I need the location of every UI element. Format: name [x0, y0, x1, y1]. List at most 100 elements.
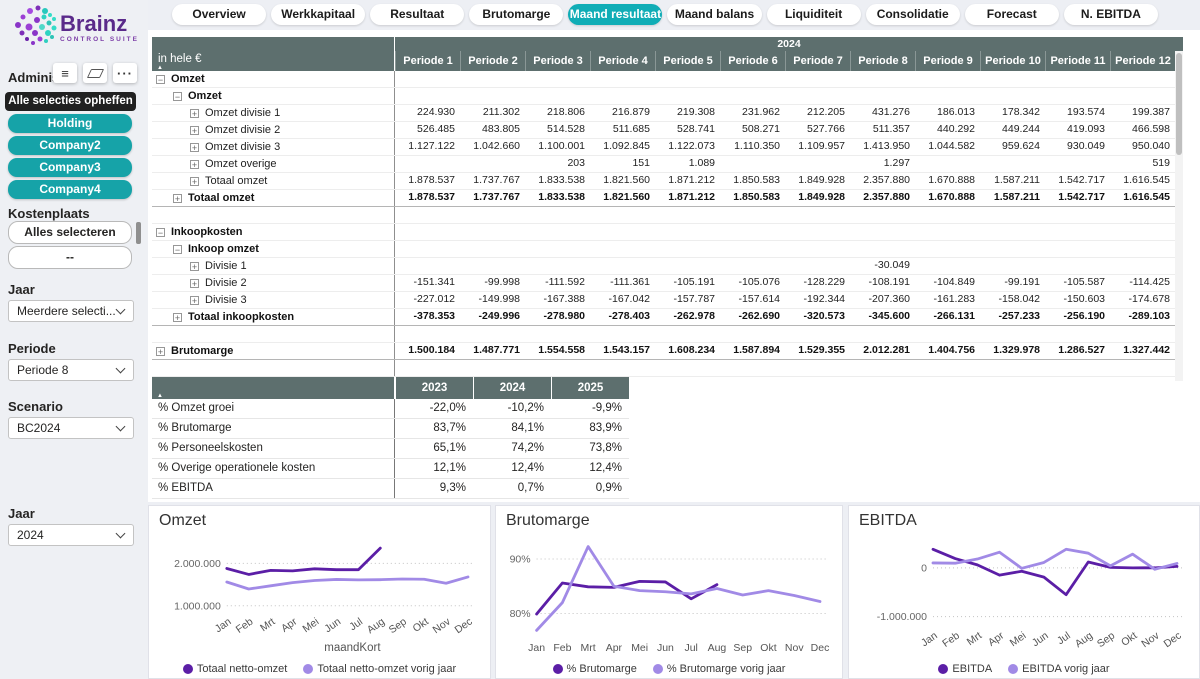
tab-resultaat[interactable]: Resultaat: [370, 4, 464, 25]
cell: [395, 156, 460, 172]
row-label[interactable]: +Totaal inkoopkosten: [152, 309, 395, 325]
expand-icon[interactable]: +: [190, 279, 199, 288]
company-button-company2[interactable]: Company2: [8, 136, 132, 155]
column-header-periode-7[interactable]: Periode 7: [785, 51, 850, 71]
legend-item-totaal-netto-omzet-vorig-jaar[interactable]: Totaal netto-omzet vorig jaar: [303, 663, 456, 675]
collapse-icon[interactable]: −: [173, 245, 182, 254]
more-options-icon[interactable]: ···: [113, 63, 137, 83]
row-label[interactable]: −Omzet: [152, 88, 395, 104]
row-label[interactable]: −Inkoop omzet: [152, 241, 395, 257]
row-label[interactable]: +Divisie 3: [152, 292, 395, 308]
cell: [1110, 241, 1175, 257]
eraser-icon[interactable]: [83, 63, 107, 83]
company-button-company4[interactable]: Company4: [8, 180, 132, 199]
expand-icon[interactable]: +: [190, 126, 199, 135]
expand-icon[interactable]: +: [190, 143, 199, 152]
column-header-periode-8[interactable]: Periode 8: [850, 51, 915, 71]
expand-icon[interactable]: +: [190, 160, 199, 169]
select-all-button[interactable]: Alles selecteren: [8, 221, 132, 244]
company-button-company3[interactable]: Company3: [8, 158, 132, 177]
jaar-label: Jaar: [8, 282, 35, 297]
legend-item-ebitda[interactable]: EBITDA: [938, 663, 992, 675]
column-header-periode-10[interactable]: Periode 10: [980, 51, 1045, 71]
row-label[interactable]: +Omzet divisie 2: [152, 122, 395, 138]
column-header-periode-2[interactable]: Periode 2: [460, 51, 525, 71]
cell: [720, 88, 785, 104]
year-header-2024[interactable]: 2024: [473, 377, 551, 399]
dash-option-button[interactable]: --: [8, 246, 132, 269]
scenario-dropdown[interactable]: BC2024: [8, 417, 134, 439]
tab-werkkapitaal[interactable]: Werkkapitaal: [271, 4, 365, 25]
collapse-icon[interactable]: −: [173, 92, 182, 101]
tab-overview[interactable]: Overview: [172, 4, 266, 25]
kostenplaats-scrollbar[interactable]: [136, 222, 141, 244]
legend-item-brutomarge-vorig-jaar[interactable]: % Brutomarge vorig jaar: [653, 663, 786, 675]
row-label-text: Inkoopkosten: [171, 225, 243, 240]
cell: [720, 241, 785, 257]
tab-maand-resultaat[interactable]: Maand resultaat: [568, 4, 662, 25]
column-header-periode-11[interactable]: Periode 11: [1045, 51, 1110, 71]
legend-item-brutomarge[interactable]: % Brutomarge: [553, 663, 637, 675]
tab-brutomarge[interactable]: Brutomarge: [469, 4, 563, 25]
tab-forecast[interactable]: Forecast: [965, 4, 1059, 25]
expand-icon[interactable]: +: [190, 177, 199, 186]
legend-label: Totaal netto-omzet vorig jaar: [317, 663, 456, 675]
tab-n-ebitda[interactable]: N. EBITDA: [1064, 4, 1158, 25]
scenario-dropdown-value: BC2024: [17, 421, 60, 435]
column-header-periode-3[interactable]: Periode 3: [525, 51, 590, 71]
year-header-2025[interactable]: 2025: [551, 377, 629, 399]
expand-icon[interactable]: +: [190, 109, 199, 118]
ratio-row-label: % Personeelskosten: [152, 439, 395, 458]
x-tick-label: Dec: [1162, 630, 1184, 651]
table-scrollbar-thumb[interactable]: [1176, 53, 1182, 155]
column-header-periode-1[interactable]: Periode 1: [395, 51, 460, 71]
legend-item-ebitda-vorig-jaar[interactable]: EBITDA vorig jaar: [1008, 663, 1109, 675]
cell: 203: [525, 156, 590, 172]
series-ebitda-vorig-jaar: [933, 549, 1177, 569]
row-label[interactable]: +Omzet overige: [152, 156, 395, 172]
pivot-corner[interactable]: in hele € ▲: [152, 51, 395, 71]
column-header-periode-9[interactable]: Periode 9: [915, 51, 980, 71]
cell: 440.292: [915, 122, 980, 138]
expand-icon[interactable]: +: [190, 262, 199, 271]
clear-selections-tooltip[interactable]: Alle selecties opheffen: [5, 92, 136, 111]
column-header-periode-4[interactable]: Periode 4: [590, 51, 655, 71]
column-header-periode-6[interactable]: Periode 6: [720, 51, 785, 71]
jaar2-dropdown[interactable]: 2024: [8, 524, 134, 546]
brutomarge-chart: 90%80%JanFebMrtAprMeiJunJulAugSepOktNovD…: [506, 534, 830, 654]
table-scrollbar-track[interactable]: [1175, 51, 1183, 381]
ratio-corner[interactable]: ▲: [152, 377, 395, 399]
collapse-icon[interactable]: −: [156, 228, 165, 237]
row-label[interactable]: +Omzet divisie 3: [152, 139, 395, 155]
jaar-dropdown[interactable]: Meerdere selecti...: [8, 300, 134, 322]
cell: [915, 377, 980, 386]
tab-liquiditeit[interactable]: Liquiditeit: [767, 4, 861, 25]
company-button-holding[interactable]: Holding: [8, 114, 132, 133]
row-label[interactable]: +Divisie 2: [152, 275, 395, 291]
row-label[interactable]: +Omzet divisie 1: [152, 105, 395, 121]
row-label[interactable]: +Totaal omzet: [152, 173, 395, 189]
tab-consolidatie[interactable]: Consolidatie: [866, 4, 960, 25]
x-tick-label: Feb: [553, 642, 571, 654]
periode-dropdown[interactable]: Periode 8: [8, 359, 134, 381]
collapse-icon[interactable]: −: [156, 75, 165, 84]
expand-icon[interactable]: +: [173, 313, 182, 322]
tab-maand-balans[interactable]: Maand balans: [667, 4, 761, 25]
column-header-periode-5[interactable]: Periode 5: [655, 51, 720, 71]
row-label-text: Totaal omzet: [188, 191, 254, 206]
row-label[interactable]: −Omzet: [152, 71, 395, 87]
sort-ascending-icon[interactable]: ▲: [157, 393, 163, 399]
row-label[interactable]: + Totaal omzet: [152, 190, 395, 206]
legend-item-totaal-netto-omzet[interactable]: Totaal netto-omzet: [183, 663, 288, 675]
row-label[interactable]: +Divisie 1: [152, 258, 395, 274]
sort-ascending-icon[interactable]: ▲: [157, 65, 163, 71]
row-label[interactable]: −Inkoopkosten: [152, 224, 395, 240]
ratio-row-personeelskosten: % Personeelskosten65,1%74,2%73,8%: [152, 439, 629, 459]
menu-icon[interactable]: ≡: [53, 63, 77, 83]
expand-icon[interactable]: +: [173, 194, 182, 203]
row-label[interactable]: +Brutomarge: [152, 343, 395, 359]
expand-icon[interactable]: +: [156, 347, 165, 356]
column-header-periode-12[interactable]: Periode 12: [1110, 51, 1175, 71]
year-header-2023[interactable]: 2023: [395, 377, 473, 399]
expand-icon[interactable]: +: [190, 296, 199, 305]
